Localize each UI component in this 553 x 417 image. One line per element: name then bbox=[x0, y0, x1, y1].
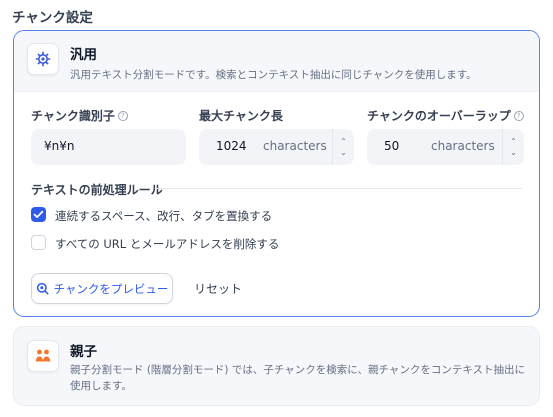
chunk-identifier-value: ¥n¥n bbox=[44, 139, 75, 153]
max-chunk-length-label-text: 最大チャンク長 bbox=[199, 109, 283, 123]
preprocessing-rules-title: テキストの前処理ルール bbox=[31, 183, 163, 197]
chevron-down-icon[interactable]: ⌄ bbox=[510, 148, 517, 157]
max-chunk-length-label: 最大チャンク長 bbox=[199, 107, 283, 124]
general-mode-title: 汎用 bbox=[70, 47, 97, 63]
divider bbox=[156, 188, 522, 189]
chunk-overlap-input[interactable]: 50 characters ⌃ ⌄ bbox=[367, 129, 524, 165]
help-circle-icon[interactable]: ? bbox=[513, 110, 524, 121]
checkmark-icon bbox=[33, 210, 44, 218]
replace-whitespace-label[interactable]: 連続するスペース、改行、タブを置換する bbox=[55, 208, 272, 224]
chunk-overlap-stepper[interactable]: ⌃ ⌄ bbox=[502, 129, 524, 165]
help-circle-icon[interactable]: ? bbox=[117, 110, 128, 121]
people-icon bbox=[27, 340, 59, 372]
replace-whitespace-checkbox[interactable] bbox=[31, 207, 46, 222]
preview-chunk-button[interactable]: チャンクをプレビュー bbox=[31, 273, 173, 304]
chunk-overlap-label-text: チャンクのオーバーラップ bbox=[367, 109, 511, 123]
general-mode-header[interactable]: 汎用 汎用テキスト分割モードです。検索とコンテキスト抽出に同じチャンクを使用しま… bbox=[14, 31, 539, 92]
remove-urls-emails-checkbox[interactable] bbox=[31, 235, 46, 250]
search-icon bbox=[36, 282, 48, 295]
chunk-identifier-input[interactable]: ¥n¥n bbox=[31, 129, 186, 165]
max-chunk-length-value: 1024 bbox=[216, 139, 247, 153]
chunk-identifier-label-text: チャンク識別子 bbox=[31, 109, 115, 123]
chevron-up-icon[interactable]: ⌃ bbox=[340, 137, 347, 146]
parent-child-mode-description: 親子分割モード (階層分割モード) では、子チャンクを検索に、親チャンクをコンテ… bbox=[70, 364, 526, 392]
max-chunk-length-stepper[interactable]: ⌃ ⌄ bbox=[332, 129, 354, 165]
max-chunk-length-unit: characters bbox=[263, 139, 327, 153]
gear-chip-icon bbox=[27, 43, 59, 75]
max-chunk-length-input[interactable]: 1024 characters ⌃ ⌄ bbox=[199, 129, 354, 165]
chunk-identifier-label: チャンク識別子 ? bbox=[31, 107, 128, 124]
chunk-overlap-value: 50 bbox=[384, 139, 400, 153]
parent-child-mode-title: 親子 bbox=[70, 344, 97, 360]
preview-chunk-button-label: チャンクをプレビュー bbox=[53, 281, 169, 296]
chunk-overlap-unit: characters bbox=[431, 139, 495, 153]
reset-button[interactable]: リセット bbox=[194, 280, 242, 297]
chevron-up-icon[interactable]: ⌃ bbox=[510, 137, 517, 146]
chunk-overlap-label: チャンクのオーバーラップ ? bbox=[367, 107, 524, 124]
general-mode-card[interactable]: 汎用 汎用テキスト分割モードです。検索とコンテキスト抽出に同じチャンクを使用しま… bbox=[13, 30, 540, 317]
chevron-down-icon[interactable]: ⌄ bbox=[340, 148, 347, 157]
section-title: チャンク設定 bbox=[12, 10, 93, 26]
general-mode-description: 汎用テキスト分割モードです。検索とコンテキスト抽出に同じチャンクを使用します。 bbox=[70, 69, 477, 81]
parent-child-mode-card[interactable]: 親子 親子分割モード (階層分割モード) では、子チャンクを検索に、親チャンクを… bbox=[13, 326, 540, 406]
remove-urls-emails-label[interactable]: すべての URL とメールアドレスを削除する bbox=[55, 236, 279, 252]
